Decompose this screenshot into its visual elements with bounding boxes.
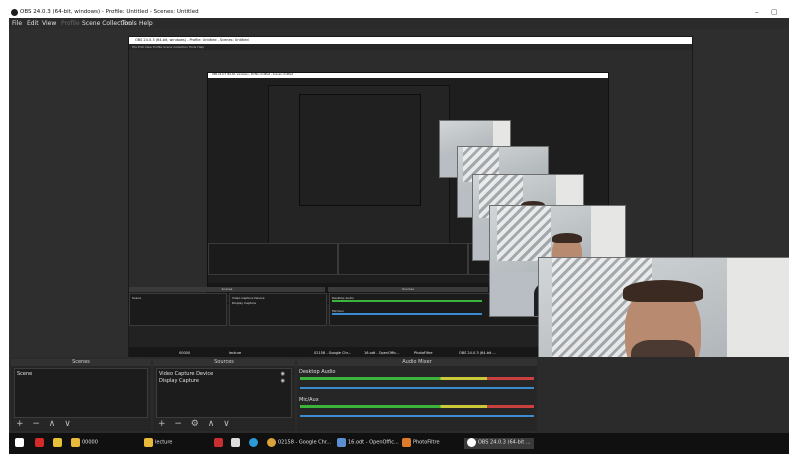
sources-list[interactable]: Video Capture Device Display Capture ◉ ◉: [156, 368, 292, 418]
person-hair: [623, 280, 703, 302]
sources-toolbar[interactable]: + − ⚙ ∧ ∨: [158, 419, 233, 429]
windows-taskbar: 00000 lecture 02158 - Google Chr... 16.o…: [9, 433, 789, 454]
eye-icon[interactable]: ◉: [281, 378, 285, 384]
folder-icon: [71, 438, 80, 447]
nested-menu: File Edit View Profile Scene Collection …: [132, 45, 205, 49]
window-title: OBS 24.0.3 (64-bit, windows) - Profile: …: [20, 9, 199, 15]
maximize-button[interactable]: ▢: [771, 8, 778, 16]
audio-mixer-panel: Audio Mixer Desktop Audio Mic/Aux: [297, 359, 537, 431]
writer-icon: [337, 438, 346, 447]
nested-scenes-list: Scene: [129, 293, 227, 326]
nested-task-4: 16.odt - OpenOffic...: [364, 351, 400, 355]
task-item-1[interactable]: lecture: [144, 438, 172, 449]
obs-main-window: OBS 24.0.3 (64-bit, windows) - Profile: …: [9, 7, 789, 454]
app-icon-4[interactable]: [231, 438, 242, 449]
task-item-0[interactable]: 00000: [71, 438, 98, 449]
app-icon-5[interactable]: [249, 438, 260, 449]
windows-start-button[interactable]: [15, 438, 26, 449]
nested-meter-2: [332, 313, 482, 315]
task-item-3[interactable]: 16.odt - OpenOffic...: [337, 438, 399, 449]
nested-task-2: lecture: [229, 351, 242, 355]
menu-file[interactable]: File: [12, 20, 22, 27]
scenes-panel: Scenes Scene + − ∧ ∨: [11, 359, 151, 431]
nested-scene-item: Scene: [132, 296, 142, 300]
scenes-toolbar[interactable]: + − ∧ ∨: [16, 419, 74, 429]
menu-edit[interactable]: Edit: [27, 20, 39, 27]
menu-bar: File Edit View Profile Scene Collection …: [9, 18, 789, 29]
nested-source-item-2: Display Capture: [232, 301, 256, 305]
nested-task-3: 02158 - Google Chr...: [314, 351, 352, 355]
source-item-display-capture[interactable]: Display Capture: [159, 378, 199, 384]
task-item-4[interactable]: PhotoFiltre: [402, 438, 440, 449]
sources-header: Sources: [153, 359, 295, 366]
nested-sources-list: Video Capture Device Display Capture: [229, 293, 327, 326]
desktop-audio-slider[interactable]: [300, 387, 534, 389]
app-icon: [231, 438, 240, 447]
nested2-scenes-panel: [208, 243, 338, 275]
menu-view[interactable]: View: [42, 20, 56, 27]
menu-tools[interactable]: Tools: [122, 20, 137, 27]
ceiling-light: [496, 206, 551, 261]
mic-meter: [300, 405, 534, 408]
mic-slider[interactable]: [300, 415, 534, 417]
menu-help[interactable]: Help: [139, 20, 153, 27]
desktop-audio-meter: [300, 377, 534, 380]
nested-task-5: PhotoFiltre: [414, 351, 433, 355]
windows-icon: [15, 438, 24, 447]
menu-profile[interactable]: Profile: [61, 20, 80, 27]
folder-icon: [144, 438, 153, 447]
obs-logo-icon: [11, 9, 18, 16]
nested-source-item-1: Video Capture Device: [232, 296, 265, 300]
obs-icon: [467, 438, 476, 447]
source-item-video-capture[interactable]: Video Capture Device: [159, 371, 213, 377]
person-hair: [552, 233, 582, 243]
app-icon-1[interactable]: [35, 438, 46, 449]
title-bar: OBS 24.0.3 (64-bit, windows) - Profile: …: [9, 7, 789, 18]
app-icon-3[interactable]: [214, 438, 225, 449]
nested-title-2: OBS 24.0.3 (64-bit, windows) - Profile: …: [212, 73, 294, 76]
scenes-list[interactable]: Scene: [14, 368, 148, 418]
nested-title-bar: OBS 24.0.3 (64-bit, windows) - Profile: …: [129, 37, 692, 44]
bottom-dock: Scenes Scene + − ∧ ∨ Sources Video Captu…: [9, 357, 789, 433]
nested2-sources-panel: [338, 243, 468, 275]
app-icon-2[interactable]: [53, 438, 64, 449]
nested-task-1: 00000: [179, 351, 191, 355]
nested-title: OBS 24.0.3 (64-bit, windows) - Profile: …: [135, 38, 249, 42]
app-icon: [53, 438, 62, 447]
audio-mixer-header: Audio Mixer: [297, 359, 537, 366]
nested-preview-level-3: [268, 85, 450, 247]
task-item-2[interactable]: 02158 - Google Chr...: [267, 438, 331, 449]
task-item-5[interactable]: OBS 24.0.3 (64-bit ...: [464, 438, 534, 449]
nested-title-bar-2: OBS 24.0.3 (64-bit, windows) - Profile: …: [208, 73, 608, 78]
eye-icon[interactable]: ◉: [281, 371, 285, 377]
app-icon: [214, 438, 223, 447]
app-icon: [249, 438, 258, 447]
mixer-channel-mic: Mic/Aux: [299, 397, 319, 403]
nested-preview-level-4: [299, 94, 421, 206]
nested-sources-header: Sources: [328, 287, 488, 292]
minimize-button[interactable]: –: [755, 8, 759, 16]
mixer-channel-desktop: Desktop Audio: [299, 369, 336, 375]
nested-task-6: OBS 24.0.3 (64-bit ...: [459, 351, 496, 355]
scenes-header: Scenes: [11, 359, 151, 366]
nested-meter-1: [332, 300, 482, 302]
scene-item[interactable]: Scene: [17, 371, 32, 377]
sources-panel: Sources Video Capture Device Display Cap…: [153, 359, 295, 431]
app-icon: [35, 438, 44, 447]
nested-scenes-header: Scenes: [129, 287, 325, 292]
photofiltre-icon: [402, 438, 411, 447]
chrome-icon: [267, 438, 276, 447]
